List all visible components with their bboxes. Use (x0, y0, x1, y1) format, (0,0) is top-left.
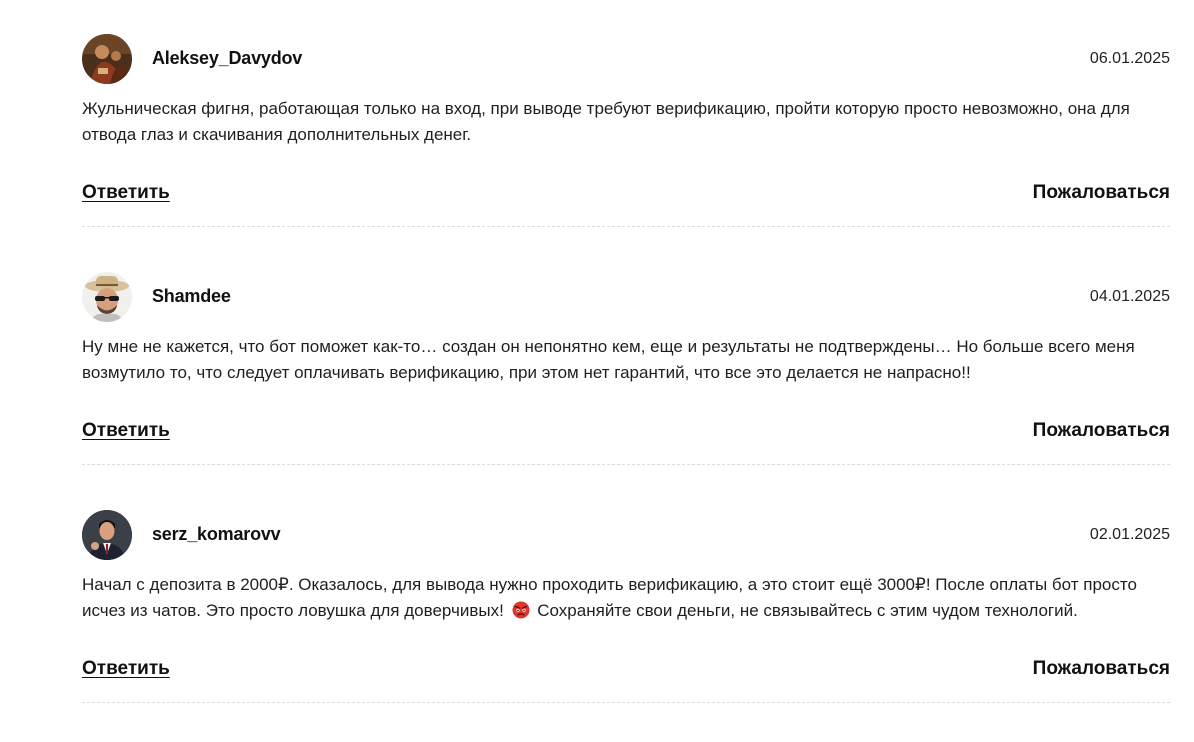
comment-text: Начал с депозита в 2000₽. Оказалось, для… (82, 572, 1170, 624)
report-button[interactable]: Пожаловаться (1033, 658, 1170, 680)
reply-link[interactable]: Ответить (82, 182, 170, 204)
comment-item: Shamdee 04.01.2025 Ну мне не кажется, чт… (82, 238, 1170, 476)
comment-item: serz_komarovv 02.01.2025 Начал с депозит… (82, 476, 1170, 714)
comment-text-part: Сохраняйте свои деньги, не связывайтесь … (532, 601, 1078, 620)
comments-list: Aleksey_Davydov 06.01.2025 Жульническая … (82, 0, 1170, 714)
comment-item: Aleksey_Davydov 06.01.2025 Жульническая … (82, 0, 1170, 238)
comment-text: Жульническая фигня, работающая только на… (82, 99, 1130, 144)
comment-divider (82, 464, 1170, 465)
comment-date: 04.01.2025 (1089, 288, 1170, 305)
report-button[interactable]: Пожаловаться (1033, 420, 1170, 442)
comment-username[interactable]: serz_komarovv (152, 524, 281, 545)
comment-username[interactable]: Aleksey_Davydov (152, 48, 302, 69)
comment-username[interactable]: Shamdee (152, 286, 231, 307)
comment-header: serz_komarovv 02.01.2025 (82, 510, 1170, 562)
comment-header: Shamdee 04.01.2025 (82, 272, 1170, 324)
reply-link[interactable]: Ответить (82, 420, 170, 442)
comment-actions: Ответить Пожаловаться (82, 420, 1170, 448)
comment-text: Ну мне не кажется, что бот поможет как-т… (82, 337, 1135, 382)
angry-face-icon (512, 601, 530, 619)
comment-actions: Ответить Пожаловаться (82, 658, 1170, 686)
reply-link[interactable]: Ответить (82, 658, 170, 680)
man-with-hat-avatar-icon[interactable] (82, 272, 132, 322)
report-button[interactable]: Пожаловаться (1033, 182, 1170, 204)
comment-header: Aleksey_Davydov 06.01.2025 (82, 34, 1170, 86)
comment-divider (82, 226, 1170, 227)
man-in-suit-avatar-icon[interactable] (82, 510, 132, 560)
comment-date: 02.01.2025 (1089, 526, 1170, 543)
comment-divider (82, 702, 1170, 703)
comment-date: 06.01.2025 (1089, 50, 1170, 67)
comment-actions: Ответить Пожаловаться (82, 182, 1170, 210)
painting-avatar-icon[interactable] (82, 34, 132, 84)
